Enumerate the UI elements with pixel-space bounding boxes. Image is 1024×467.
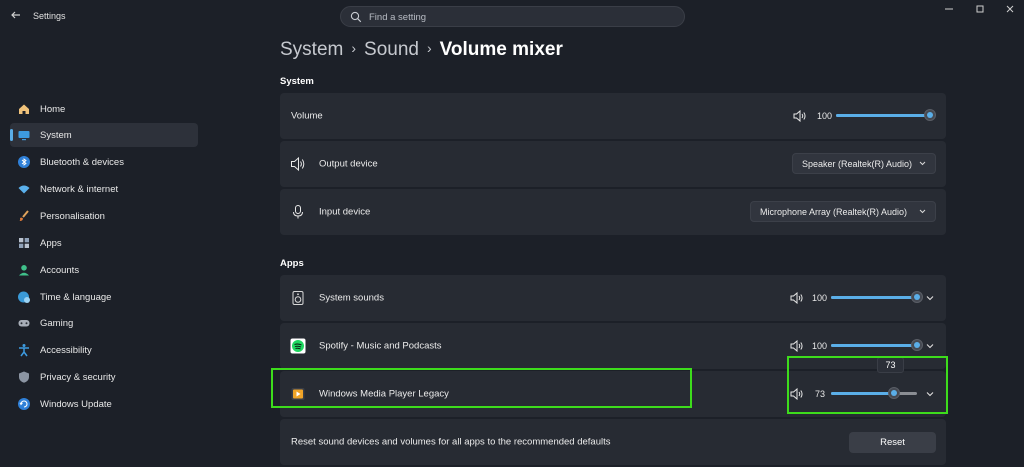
sidebar-item-home[interactable]: Home xyxy=(10,97,198,121)
minimize-icon[interactable] xyxy=(942,4,956,18)
apps-icon xyxy=(19,238,29,248)
app-volume-slider[interactable] xyxy=(831,339,923,351)
sidebar-item-gaming[interactable]: Gaming xyxy=(10,311,198,335)
sidebar-item-label: System xyxy=(40,130,72,141)
speaker-icon xyxy=(291,156,305,172)
slider-fill xyxy=(836,114,930,117)
chevron-right-icon: › xyxy=(426,40,432,56)
volume-control-highlight xyxy=(787,356,948,414)
slider-thumb[interactable] xyxy=(911,339,923,351)
system-icon xyxy=(18,131,30,141)
output-device-dropdown[interactable]: Speaker (Realtek(R) Audio) xyxy=(792,153,936,174)
reset-card: Reset sound devices and volumes for all … xyxy=(280,419,946,465)
home-icon xyxy=(19,104,29,114)
back-arrow-icon[interactable] xyxy=(10,9,24,23)
sidebar-item-time-language[interactable]: Time & language xyxy=(10,285,198,309)
sidebar-item-label: Bluetooth & devices xyxy=(40,157,124,168)
reset-description: Reset sound devices and volumes for all … xyxy=(291,436,611,448)
sidebar-item-label: Apps xyxy=(40,238,62,249)
section-label-system: System xyxy=(280,76,314,87)
sidebar-item-label: Personalisation xyxy=(40,211,105,222)
search-input[interactable]: Find a setting xyxy=(369,12,426,23)
sidebar-item-label: Privacy & security xyxy=(40,372,116,383)
input-device-dropdown[interactable]: Microphone Array (Realtek(R) Audio) xyxy=(750,201,936,222)
breadcrumb-item-sound[interactable]: Sound xyxy=(364,39,419,60)
sidebar-item-bluetooth[interactable]: Bluetooth & devices xyxy=(10,150,198,174)
app-name-highlight xyxy=(271,368,692,408)
microphone-icon xyxy=(293,205,303,219)
sidebar-item-label: Home xyxy=(40,104,66,115)
title-bar: Settings Find a setting xyxy=(0,0,1024,34)
sidebar-item-label: Windows Update xyxy=(40,399,112,410)
master-volume-slider[interactable] xyxy=(836,109,936,121)
spotify-icon xyxy=(290,338,306,354)
chevron-down-icon xyxy=(919,161,926,166)
slider-thumb[interactable] xyxy=(924,109,936,121)
app-volume-value: 100 xyxy=(812,293,828,303)
input-device-label: Input device xyxy=(319,206,371,218)
close-icon[interactable] xyxy=(1003,4,1017,18)
update-icon xyxy=(18,398,30,410)
section-label-apps: Apps xyxy=(280,258,304,269)
input-device-card[interactable]: Input device Microphone Array (Realtek(R… xyxy=(280,189,946,235)
sidebar-item-accounts[interactable]: Accounts xyxy=(10,258,198,282)
slider-thumb[interactable] xyxy=(911,291,923,303)
app-volume-value: 100 xyxy=(812,341,828,351)
output-device-card[interactable]: Output device Speaker (Realtek(R) Audio) xyxy=(280,141,946,187)
sidebar-item-system[interactable]: System xyxy=(10,123,198,147)
volume-value: 100 xyxy=(817,111,833,121)
reset-button[interactable]: Reset xyxy=(849,432,936,453)
volume-card: Volume 100 xyxy=(280,93,946,139)
system-sounds-icon xyxy=(292,291,304,305)
sidebar-item-label: Gaming xyxy=(40,318,74,329)
gamepad-icon xyxy=(18,320,30,327)
output-device-label: Output device xyxy=(319,158,378,170)
globe-clock-icon xyxy=(18,291,30,303)
sidebar-item-network[interactable]: Network & internet xyxy=(10,177,198,201)
shield-icon xyxy=(19,371,29,383)
breadcrumb: System › Sound › Volume mixer xyxy=(280,39,563,61)
breadcrumb-item-system[interactable]: System xyxy=(280,39,343,60)
slider-fill xyxy=(831,344,917,347)
search-icon xyxy=(350,11,362,23)
wifi-icon xyxy=(18,185,30,194)
sidebar-item-label: Network & internet xyxy=(40,184,119,195)
sidebar-item-apps[interactable]: Apps xyxy=(10,231,198,255)
account-icon xyxy=(19,265,29,276)
sidebar-item-privacy-security[interactable]: Privacy & security xyxy=(10,365,198,389)
accessibility-icon xyxy=(19,344,29,357)
sidebar-item-windows-update[interactable]: Windows Update xyxy=(10,392,198,416)
sidebar-item-accessibility[interactable]: Accessibility xyxy=(10,338,198,362)
chevron-down-icon[interactable] xyxy=(925,293,935,303)
app-name: System sounds xyxy=(319,292,384,304)
speaker-icon[interactable] xyxy=(793,110,807,122)
sidebar-item-label: Accounts xyxy=(40,265,80,276)
app-volume-slider[interactable] xyxy=(831,291,923,303)
maximize-icon[interactable] xyxy=(973,4,987,18)
output-device-value: Speaker (Realtek(R) Audio) xyxy=(802,159,913,169)
app-title: Settings xyxy=(33,11,66,21)
sidebar-item-label: Time & language xyxy=(40,292,112,303)
brush-icon xyxy=(19,210,29,221)
search-box[interactable]: Find a setting xyxy=(340,6,685,27)
sidebar-item-label: Accessibility xyxy=(40,345,92,356)
chevron-right-icon: › xyxy=(351,40,357,56)
speaker-icon[interactable] xyxy=(790,340,804,352)
slider-fill xyxy=(831,296,917,299)
chevron-down-icon[interactable] xyxy=(925,341,935,351)
page-title: Volume mixer xyxy=(439,39,563,60)
bluetooth-icon xyxy=(18,156,30,168)
sidebar-item-personalisation[interactable]: Personalisation xyxy=(10,204,198,228)
app-name: Spotify - Music and Podcasts xyxy=(319,340,442,352)
input-device-value: Microphone Array (Realtek(R) Audio) xyxy=(760,207,908,217)
chevron-down-icon xyxy=(919,209,926,214)
app-row: System sounds 100 xyxy=(280,275,946,321)
volume-label: Volume xyxy=(291,110,323,122)
speaker-icon[interactable] xyxy=(790,292,804,304)
